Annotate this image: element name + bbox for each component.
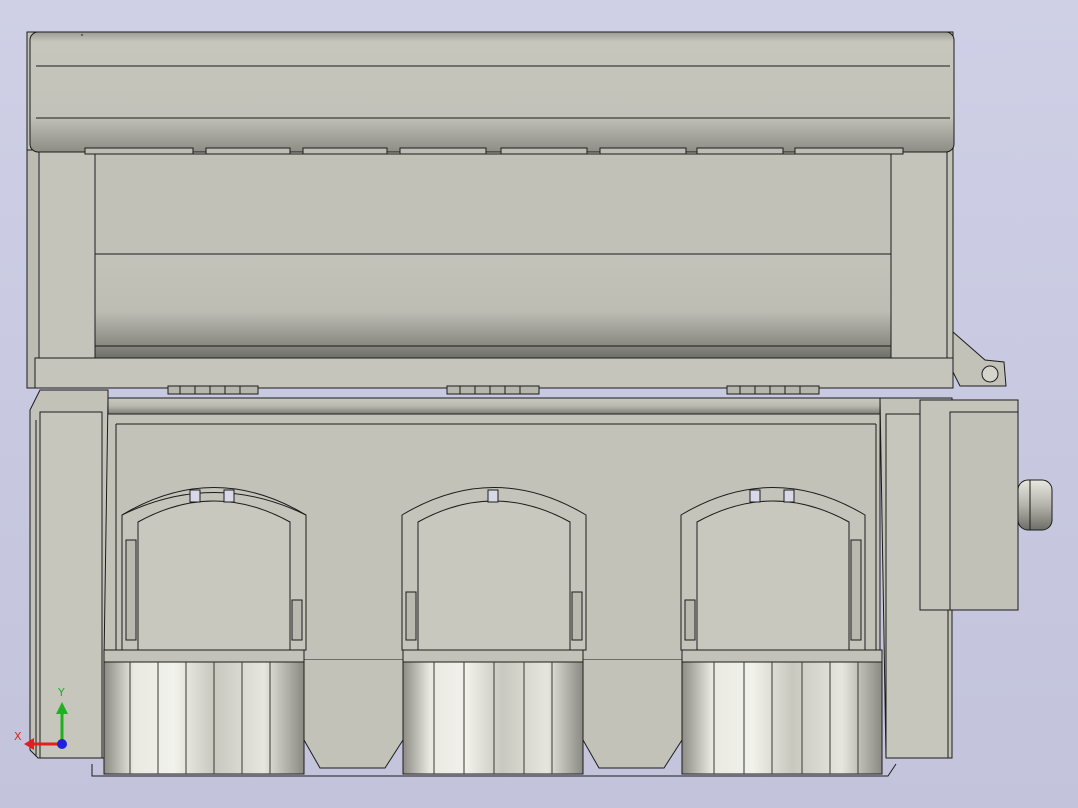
cylinder-3 [681,661,883,775]
cable-gland-boss [1017,479,1053,531]
cylinder-1 [103,661,305,775]
upper-housing [26,31,1007,395]
cell-openings [121,487,866,651]
bottom-cylinders [91,649,897,777]
triad-z-axis [57,739,67,749]
cell-opening-1 [121,487,307,651]
triad-y-label: Y [58,686,65,699]
cylinder-2 [402,661,584,775]
model-view[interactable] [0,0,1078,808]
cell-opening-2 [401,487,587,651]
triad-x-label: X [14,730,22,743]
lid-top [29,31,955,153]
cell-opening-3 [680,487,866,651]
triad-x-arrow [24,738,34,750]
cad-3d-viewport[interactable]: X Y [0,0,1078,808]
